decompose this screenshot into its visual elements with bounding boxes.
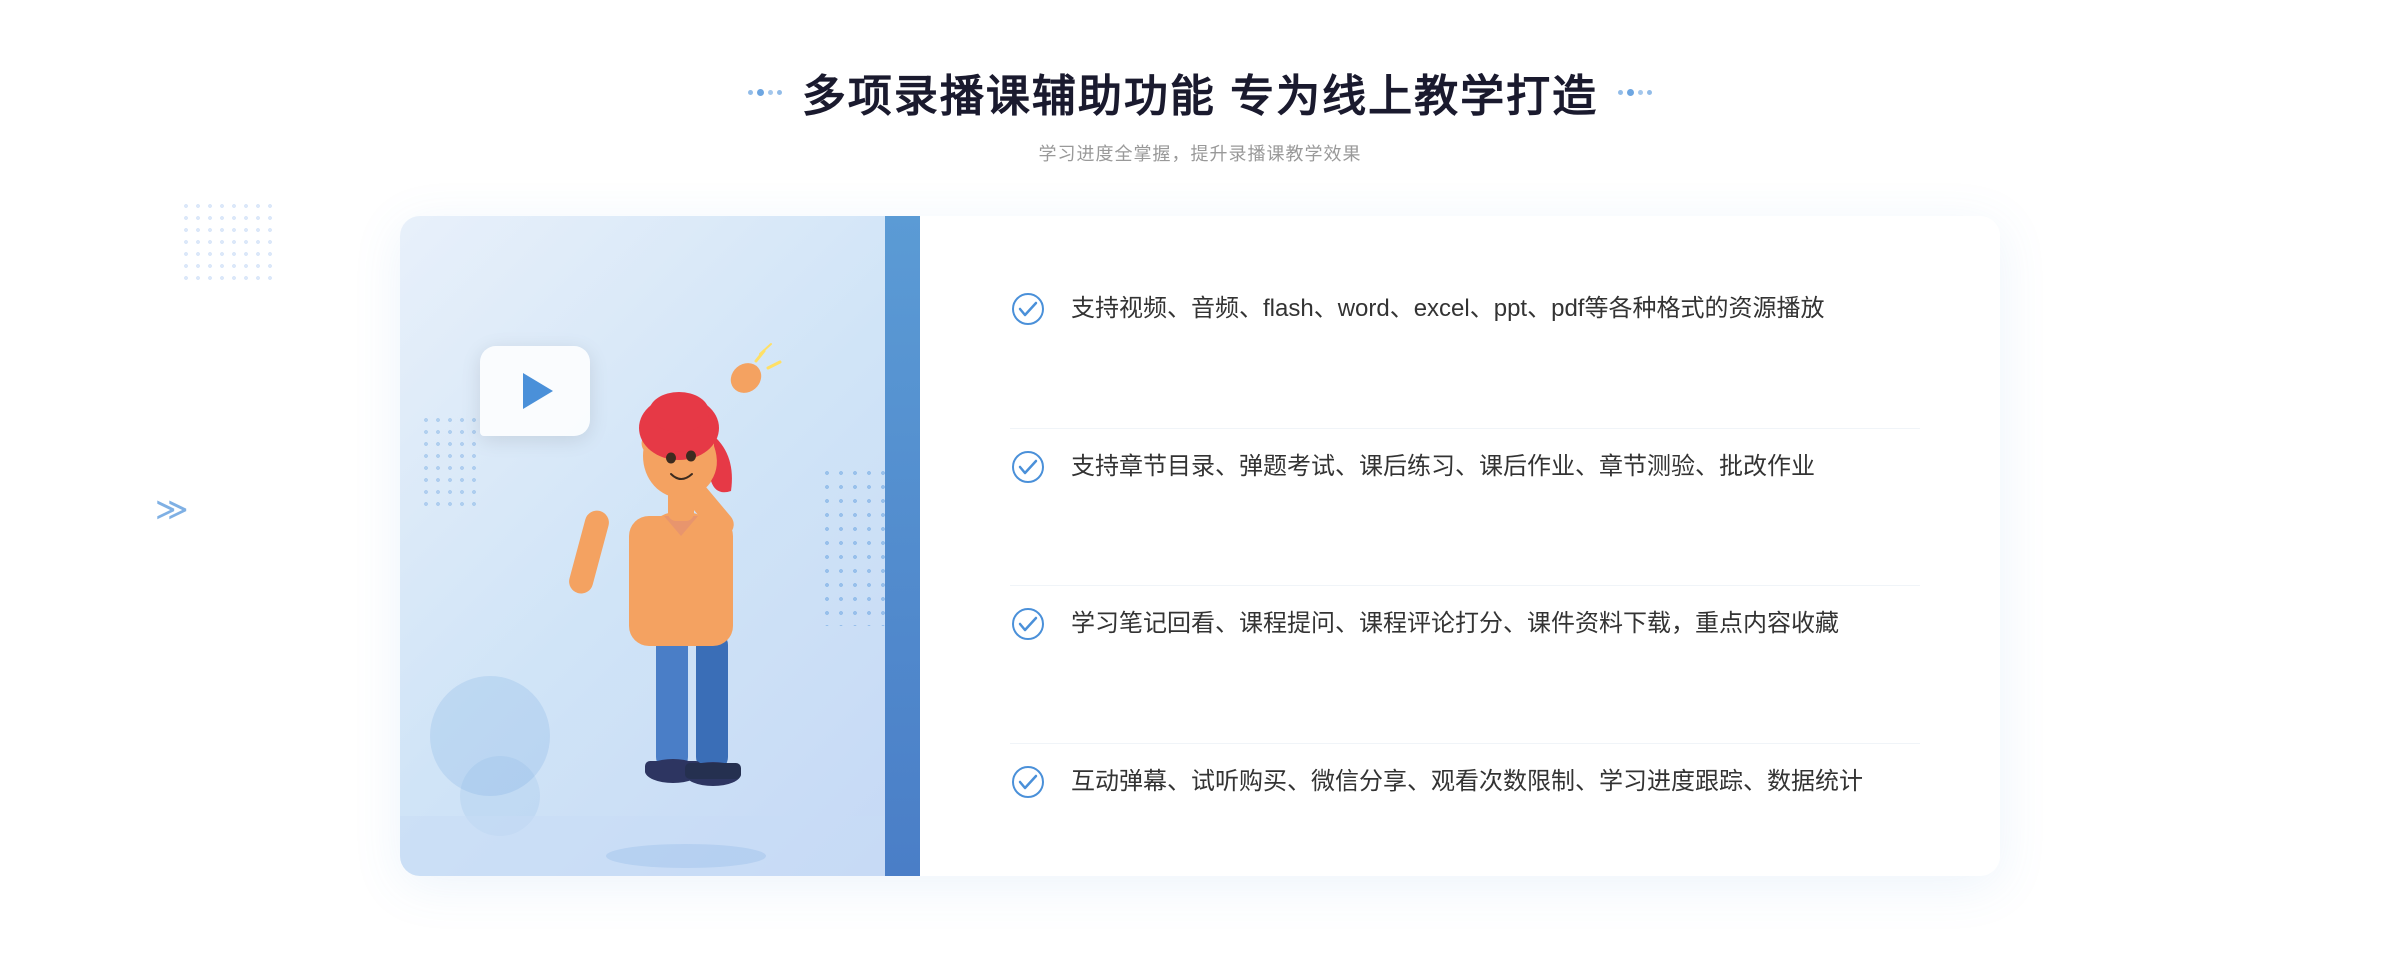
feature-item-4: 互动弹幕、试听购买、微信分享、观看次数限制、学习进度跟踪、数据统计 — [1010, 743, 1920, 821]
content-wrapper: 支持视频、音频、flash、word、excel、ppt、pdf等各种格式的资源… — [400, 216, 2000, 876]
header-section: 多项录播课辅助功能 专为线上教学打造 学习进度全掌握，提升录播课教学效果 — [748, 60, 1652, 166]
blue-stripe — [885, 216, 920, 876]
title-row: 多项录播课辅助功能 专为线上教学打造 — [748, 60, 1652, 124]
page-subtitle: 学习进度全掌握，提升录播课教学效果 — [748, 140, 1652, 166]
check-icon-3 — [1010, 606, 1046, 642]
feature-text-2: 支持章节目录、弹题考试、课后练习、课后作业、章节测验、批改作业 — [1071, 447, 1815, 488]
feature-text-1: 支持视频、音频、flash、word、excel、ppt、pdf等各种格式的资源… — [1071, 289, 1824, 330]
feature-item-1: 支持视频、音频、flash、word、excel、ppt、pdf等各种格式的资源… — [1010, 271, 1920, 348]
feature-text-3: 学习笔记回看、课程提问、课程评论打分、课件资料下载，重点内容收藏 — [1071, 604, 1839, 645]
check-icon-1 — [1010, 291, 1046, 327]
left-illustration-panel — [400, 216, 920, 876]
right-features-panel: 支持视频、音频、flash、word、excel、ppt、pdf等各种格式的资源… — [920, 216, 2000, 876]
title-decoration-right — [1618, 89, 1652, 96]
check-icon-4 — [1010, 764, 1046, 800]
feature-text-4: 互动弹幕、试听购买、微信分享、观看次数限制、学习进度跟踪、数据统计 — [1071, 762, 1863, 803]
page-title: 多项录播课辅助功能 专为线上教学打造 — [802, 60, 1598, 124]
panel-dots-left — [420, 414, 480, 514]
check-icon-2 — [1010, 449, 1046, 485]
feature-item-2: 支持章节目录、弹题考试、课后练习、课后作业、章节测验、批改作业 — [1010, 428, 1920, 506]
arrow-left-decoration: ≫ — [155, 490, 189, 528]
dots-decoration-left — [180, 200, 280, 280]
person-illustration — [516, 316, 836, 876]
feature-item-3: 学习笔记回看、课程提问、课程评论打分、课件资料下载，重点内容收藏 — [1010, 585, 1920, 663]
page-container: ≫ 多项录播课辅助功能 专为线上教学打造 学习进度全掌握，提升录播课教学效果 — [0, 0, 2400, 974]
title-decoration-left — [748, 89, 782, 96]
